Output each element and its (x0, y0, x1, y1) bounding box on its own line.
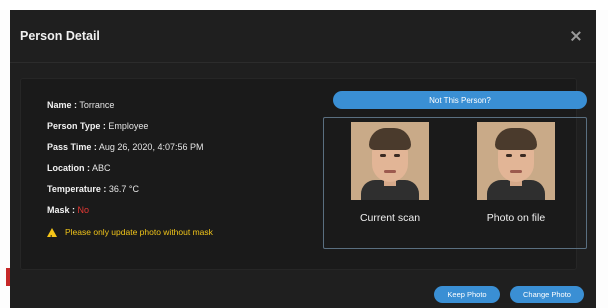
temperature-value: 36.7 °C (108, 184, 139, 194)
location-row: Location : ABC (47, 158, 213, 179)
mask-warning: Please only update photo without mask (47, 222, 213, 249)
pass-time-value: Aug 26, 2020, 4:07:56 PM (98, 142, 204, 152)
not-this-person-button[interactable]: Not This Person? (333, 91, 587, 109)
mask-label: Mask : (47, 205, 76, 215)
person-type-row: Person Type : Employee (47, 116, 213, 137)
current-scan-photo (351, 122, 429, 200)
current-scan-slot: Current scan (342, 122, 438, 224)
page-backdrop (0, 0, 608, 10)
mask-row: Mask : No (47, 200, 213, 221)
close-icon[interactable] (570, 30, 582, 42)
person-type-value: Employee (108, 121, 149, 131)
mask-warning-text: Please only update photo without mask (65, 227, 213, 237)
person-info-panel: Name : Torrance Person Type : Employee P… (20, 78, 587, 270)
photo-on-file-slot: Photo on file (468, 122, 564, 224)
keep-photo-button[interactable]: Keep Photo (434, 286, 500, 303)
mask-value: No (77, 205, 90, 215)
name-row: Name : Torrance (47, 95, 213, 116)
dialog-header: Person Detail (10, 10, 596, 63)
person-detail-dialog: Person Detail Name : Torrance Person Typ… (10, 10, 596, 308)
left-page-edge (0, 10, 10, 308)
photo-on-file-caption: Photo on file (486, 212, 546, 224)
current-scan-caption: Current scan (359, 212, 421, 224)
temperature-row: Temperature : 36.7 °C (47, 179, 213, 200)
pass-time-label: Pass Time : (47, 142, 97, 152)
person-details: Name : Torrance Person Type : Employee P… (47, 95, 213, 249)
name-value: Torrance (79, 100, 115, 110)
photo-comparison-box: Current scan Photo on file (323, 117, 587, 249)
location-label: Location : (47, 163, 90, 173)
pass-time-row: Pass Time : Aug 26, 2020, 4:07:56 PM (47, 137, 213, 158)
dialog-title: Person Detail (20, 29, 100, 43)
photo-on-file-photo (477, 122, 555, 200)
change-photo-button[interactable]: Change Photo (510, 286, 584, 303)
right-page-edge (596, 10, 608, 308)
warning-icon (47, 228, 57, 249)
location-value: ABC (92, 163, 111, 173)
name-label: Name : (47, 100, 78, 110)
temperature-label: Temperature : (47, 184, 107, 194)
person-type-label: Person Type : (47, 121, 106, 131)
